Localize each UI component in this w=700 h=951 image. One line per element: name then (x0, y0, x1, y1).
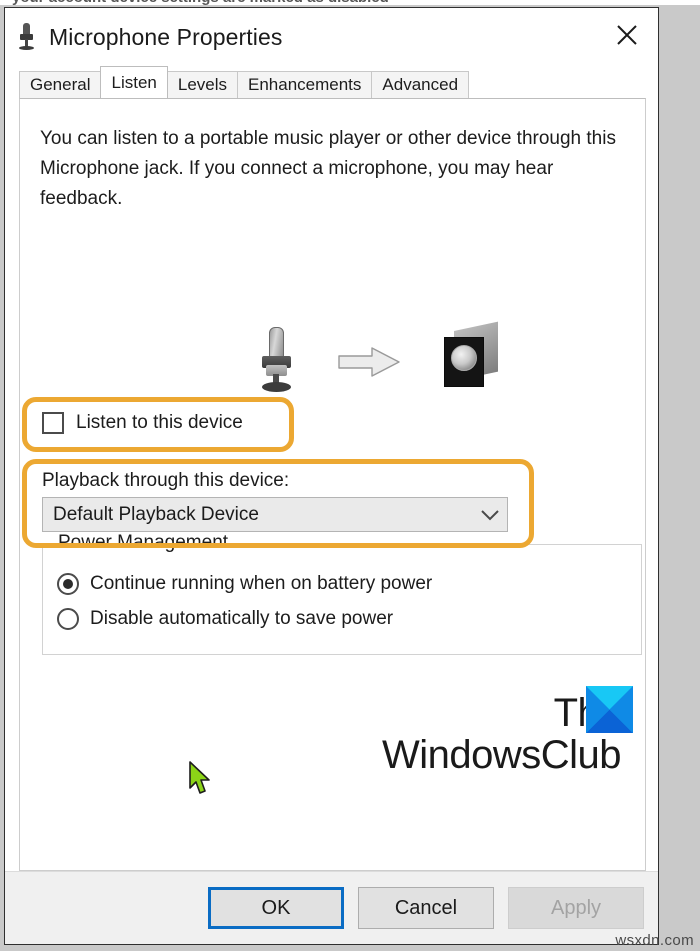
microphone-icon (17, 22, 37, 52)
power-management-group: Power Management Continue running when o… (42, 532, 642, 655)
tab-enhancements-label: Enhancements (248, 75, 362, 94)
tab-strip: General Listen Levels Enhancements Advan… (5, 66, 658, 98)
microphone-properties-dialog: Microphone Properties General Listen Lev… (4, 7, 659, 945)
tab-advanced[interactable]: Advanced (371, 71, 470, 98)
chevron-down-icon (473, 509, 507, 521)
radio-circle[interactable] (57, 608, 79, 630)
site-watermark: wsxdn.com (615, 932, 694, 949)
mouse-cursor (188, 761, 214, 797)
playback-device-select[interactable]: Default Playback Device (42, 497, 508, 532)
close-icon[interactable] (604, 14, 650, 56)
radio-continue-running[interactable]: Continue running when on battery power (57, 573, 432, 595)
checkbox-box[interactable] (42, 412, 64, 434)
ok-button-label: OK (261, 896, 291, 919)
power-management-legend: Power Management (53, 532, 234, 554)
tab-listen-label: Listen (111, 72, 157, 92)
tab-enhancements[interactable]: Enhancements (237, 71, 373, 98)
tab-advanced-label: Advanced (382, 75, 459, 94)
listen-checkbox-label: Listen to this device (76, 412, 243, 433)
cancel-button-label: Cancel (394, 896, 458, 919)
title-bar: Microphone Properties (5, 8, 658, 66)
radio-circle[interactable] (57, 573, 79, 595)
apply-button-label: Apply (550, 896, 602, 919)
tab-general-label: General (30, 75, 91, 94)
radio-continue-label: Continue running when on battery power (90, 573, 433, 594)
arrow-right-icon (338, 347, 400, 377)
speaker-icon (444, 321, 498, 389)
playback-selected-value: Default Playback Device (53, 503, 259, 525)
device-flow-illustration (20, 321, 645, 396)
apply-button: Apply (508, 887, 644, 929)
brand-line-2: WindowsClub (381, 733, 622, 777)
window-title: Microphone Properties (49, 23, 283, 50)
microphone-icon (256, 327, 298, 393)
dialog-button-bar: OK Cancel Apply (5, 871, 658, 944)
listen-to-this-device-checkbox[interactable]: Listen to this device (42, 412, 243, 434)
windowsclub-logo-icon (586, 686, 633, 733)
listen-tab-panel: You can listen to a portable music playe… (19, 98, 646, 871)
radio-disable-label: Disable automatically to save power (90, 608, 394, 629)
radio-disable-automatically[interactable]: Disable automatically to save power (57, 608, 393, 630)
tab-listen[interactable]: Listen (100, 66, 168, 98)
ok-button[interactable]: OK (208, 887, 344, 929)
cancel-button[interactable]: Cancel (358, 887, 494, 929)
active-tab-border-mask (76, 99, 155, 100)
thewindowsclub-branding: The WindowsClub (381, 686, 633, 777)
tab-levels-label: Levels (177, 75, 227, 94)
listen-description-text: You can listen to a portable music playe… (40, 128, 616, 209)
playback-label: Playback through this device: (42, 470, 290, 491)
tab-levels[interactable]: Levels (166, 71, 238, 98)
tab-general[interactable]: General (19, 71, 102, 98)
